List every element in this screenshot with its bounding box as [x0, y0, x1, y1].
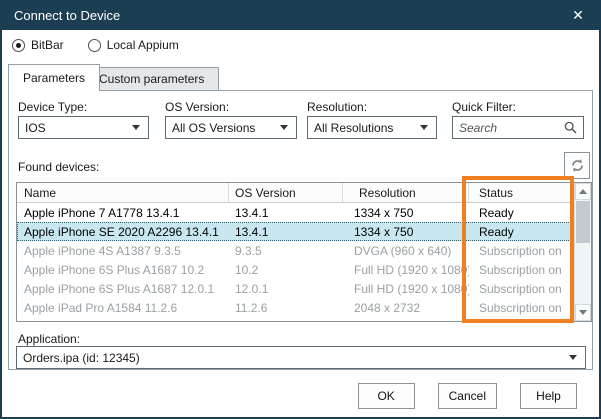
resolution-label: Resolution: [307, 100, 367, 114]
found-devices-table: Name OS Version Resolution Status Apple … [16, 182, 592, 322]
resolution-value: All Resolutions [314, 121, 420, 135]
quick-filter-box [452, 116, 584, 139]
device-type-value: IOS [25, 121, 132, 135]
close-icon[interactable]: ✕ [567, 4, 589, 26]
table-row[interactable]: Apple iPhone 7 A1778 13.4.1 13.4.1 1334 … [17, 203, 591, 222]
arrow-up-icon [579, 189, 587, 194]
cell-name: Apple iPhone SE 2020 A2296 13.4.1 [17, 222, 229, 241]
chevron-down-icon [569, 355, 577, 360]
application-value: Orders.ipa (id: 12345) [23, 351, 569, 365]
radio-bitbar[interactable]: BitBar [12, 38, 64, 52]
arrow-down-icon [579, 310, 587, 315]
column-header-name[interactable]: Name [17, 183, 229, 202]
scroll-down-button[interactable] [575, 304, 591, 321]
found-devices-label: Found devices: [18, 160, 99, 174]
column-header-os-version[interactable]: OS Version [229, 183, 343, 202]
column-header-resolution[interactable]: Resolution [343, 183, 469, 202]
cell-os-version: 12.0.1 [229, 279, 343, 298]
cell-resolution: Full HD (1920 x 1080) [343, 279, 469, 298]
cell-status: Ready [469, 203, 562, 222]
table-row[interactable]: Apple iPhone 4S A1387 9.3.5 9.3.5 DVGA (… [17, 241, 591, 260]
os-version-select[interactable]: All OS Versions [165, 116, 297, 139]
cell-status: Subscription only [469, 260, 562, 279]
cell-name: Apple iPhone 6S Plus A1687 10.2 [17, 260, 229, 279]
cancel-button[interactable]: Cancel [438, 383, 497, 409]
column-header-status[interactable]: Status [469, 183, 562, 202]
cell-os-version: 11.2.6 [229, 298, 343, 316]
scrollbar-thumb[interactable] [576, 201, 590, 243]
cell-resolution: Full HD (1920 x 1080) [343, 260, 469, 279]
cell-name: Apple iPhone 7 A1778 13.4.1 [17, 203, 229, 222]
search-icon [564, 121, 577, 134]
vertical-scrollbar[interactable] [574, 183, 591, 321]
ok-button[interactable]: OK [358, 383, 415, 409]
table-row[interactable]: Apple iPhone 6S Plus A1687 10.2 10.2 Ful… [17, 260, 591, 279]
application-label: Application: [18, 332, 80, 346]
chevron-down-icon [420, 125, 428, 130]
search-input[interactable] [453, 117, 564, 138]
cell-status: Subscription only [469, 279, 562, 298]
device-type-select[interactable]: IOS [18, 116, 149, 139]
radio-local-appium-label: Local Appium [107, 38, 179, 52]
chevron-down-icon [132, 125, 140, 130]
cell-resolution: 1334 x 750 [343, 203, 469, 222]
cell-resolution: 2048 x 2732 [343, 298, 469, 316]
cell-resolution: DVGA (960 x 640) [343, 241, 469, 260]
table-header: Name OS Version Resolution Status [17, 183, 591, 203]
radio-circle [12, 39, 25, 52]
table-row[interactable]: Apple iPad Pro A1584 11.2.6 11.2.6 2048 … [17, 298, 591, 316]
cell-os-version: 9.3.5 [229, 241, 343, 260]
scroll-up-button[interactable] [575, 183, 591, 200]
refresh-icon [570, 158, 585, 173]
radio-circle [88, 39, 101, 52]
connection-type-group: BitBar Local Appium [12, 38, 179, 52]
application-select[interactable]: Orders.ipa (id: 12345) [16, 346, 586, 369]
os-version-value: All OS Versions [172, 121, 280, 135]
dialog-buttons: OK Cancel Help [358, 383, 577, 409]
cell-resolution: 1334 x 750 [343, 222, 469, 241]
table-row[interactable]: Apple iPhone 6S Plus A1687 12.0.1 12.0.1… [17, 279, 591, 298]
cell-name: Apple iPad Pro A1584 11.2.6 [17, 298, 229, 316]
cell-status: Subscription only [469, 298, 562, 316]
window-title: Connect to Device [14, 8, 120, 23]
connect-to-device-dialog: Connect to Device ✕ BitBar Local Appium … [0, 0, 601, 419]
quick-filter-label: Quick Filter: [452, 100, 516, 114]
device-type-label: Device Type: [18, 100, 87, 114]
table-body: Apple iPhone 7 A1778 13.4.1 13.4.1 1334 … [17, 203, 591, 316]
resolution-select[interactable]: All Resolutions [307, 116, 437, 139]
cell-os-version: 13.4.1 [229, 222, 343, 241]
table-row[interactable]: Apple iPhone SE 2020 A2296 13.4.1 13.4.1… [17, 222, 591, 241]
titlebar: Connect to Device ✕ [0, 0, 601, 30]
os-version-label: OS Version: [165, 100, 229, 114]
cell-name: Apple iPhone 4S A1387 9.3.5 [17, 241, 229, 260]
cell-status: Ready [469, 222, 562, 241]
cell-os-version: 10.2 [229, 260, 343, 279]
radio-local-appium[interactable]: Local Appium [88, 38, 179, 52]
cell-os-version: 13.4.1 [229, 203, 343, 222]
cell-name: Apple iPhone 6S Plus A1687 12.0.1 [17, 279, 229, 298]
help-button[interactable]: Help [520, 383, 577, 409]
tab-custom-parameters[interactable]: Custom parameters [84, 67, 219, 91]
refresh-button[interactable] [564, 152, 590, 179]
chevron-down-icon [280, 125, 288, 130]
cell-status: Subscription only [469, 241, 562, 260]
tab-parameters[interactable]: Parameters [8, 64, 100, 91]
radio-bitbar-label: BitBar [31, 38, 64, 52]
